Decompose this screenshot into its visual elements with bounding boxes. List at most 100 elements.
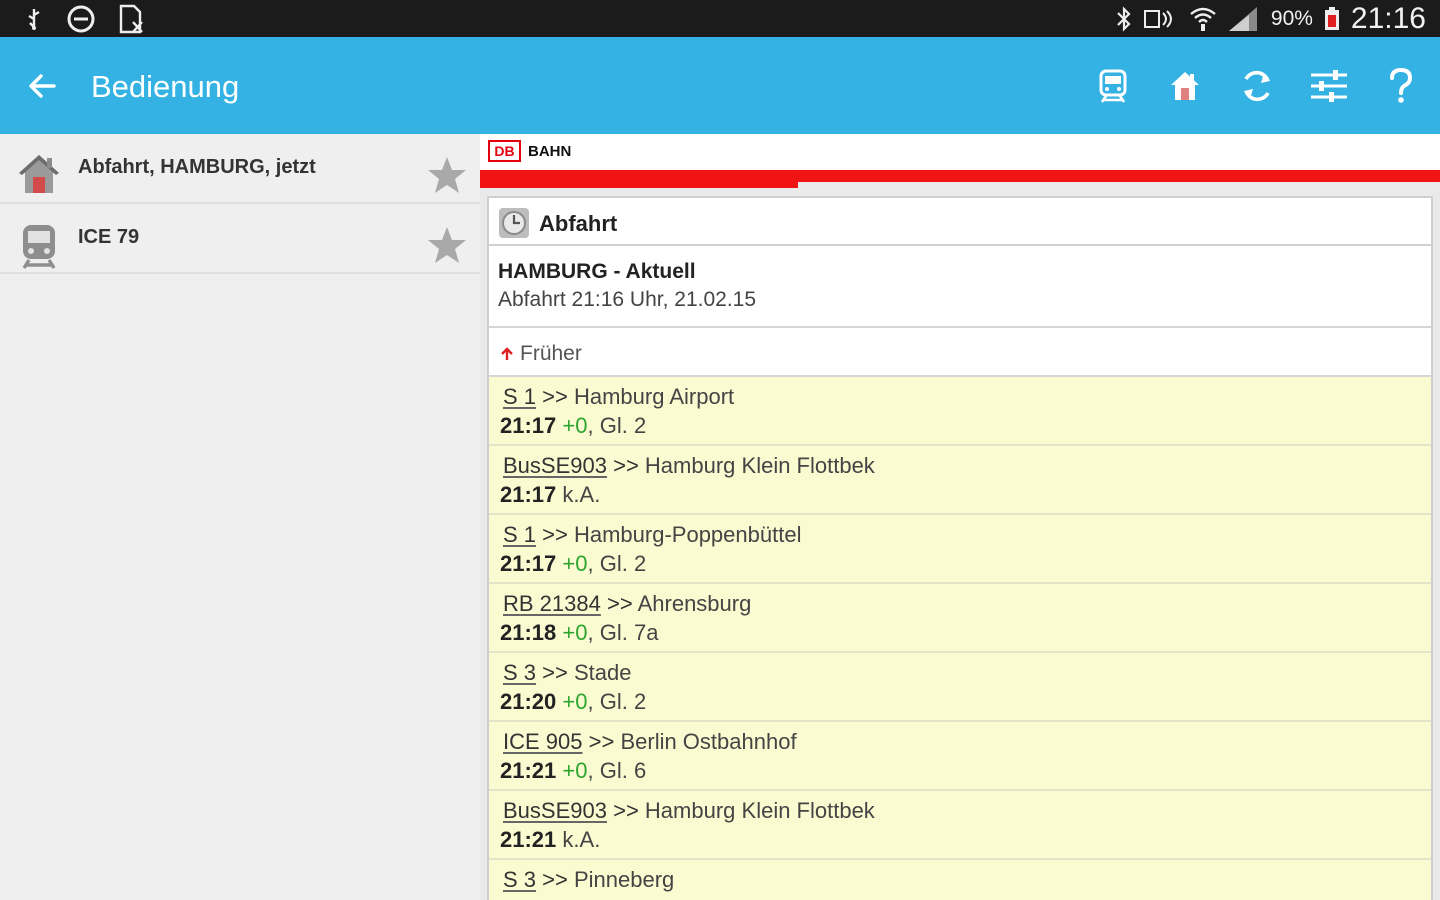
platform: Gl. 6 xyxy=(599,758,647,783)
departure-row[interactable]: S 1 >> Hamburg-Poppenbüttel 21:17 +0, Gl… xyxy=(489,515,1431,584)
direction-separator: >> xyxy=(613,453,639,478)
departure-card: Abfahrt HAMBURG - Aktuell Abfahrt 21:16 … xyxy=(487,196,1433,900)
station-info: HAMBURG - Aktuell Abfahrt 21:16 Uhr, 21.… xyxy=(489,248,1431,328)
destination: Hamburg Klein Flottbek xyxy=(644,453,875,478)
platform: Gl. 2 xyxy=(599,413,647,438)
train-link[interactable]: BusSE903 xyxy=(503,453,607,478)
departure-time: 21:17 xyxy=(500,482,557,507)
departure-line2: 21:17 k.A. xyxy=(500,482,600,508)
train-icon xyxy=(17,222,61,269)
direction-separator: >> xyxy=(588,729,615,754)
favorite-label: Abfahrt, HAMBURG, jetzt xyxy=(78,156,316,178)
destination: Ahrensburg xyxy=(637,591,752,616)
page-title: Bedienung xyxy=(91,69,240,104)
back-button[interactable] xyxy=(26,69,60,103)
direction-separator: >> xyxy=(542,522,568,547)
earlier-label: Früher xyxy=(520,342,582,365)
departure-line1: S 3 >> Pinneberg xyxy=(503,867,674,893)
departure-line1: BusSE903 >> Hamburg Klein Flottbek xyxy=(503,798,875,824)
card-header-label: Abfahrt xyxy=(539,211,618,236)
departure-row[interactable]: RB 21384 >> Ahrensburg 21:18 +0, Gl. 7a xyxy=(489,584,1431,653)
home-button[interactable] xyxy=(1162,61,1208,111)
departure-row[interactable]: ICE 905 >> Berlin Ostbahnhof 21:21 +0, G… xyxy=(489,722,1431,791)
delay: +0 xyxy=(562,689,588,714)
train-link[interactable]: ICE 905 xyxy=(503,729,583,754)
destination: Hamburg Airport xyxy=(573,384,735,409)
bluetooth-icon xyxy=(1115,5,1133,32)
help-button[interactable] xyxy=(1378,61,1424,111)
home-icon xyxy=(17,152,61,196)
departure-line1: S 3 >> Stade xyxy=(503,660,631,686)
platform: Gl. 2 xyxy=(599,689,647,714)
departure-row[interactable]: BusSE903 >> Hamburg Klein Flottbek 21:21… xyxy=(489,791,1431,860)
do-not-disturb-icon xyxy=(66,4,96,34)
refresh-button[interactable] xyxy=(1234,61,1280,111)
star-icon[interactable] xyxy=(426,154,468,196)
home-icon xyxy=(1171,72,1199,100)
destination: Pinneberg xyxy=(573,867,675,892)
db-red-bar-tab xyxy=(480,182,798,188)
usb-icon xyxy=(24,7,44,31)
delay: +0 xyxy=(562,620,588,645)
direction-separator: >> xyxy=(613,798,639,823)
db-red-bar xyxy=(480,170,1440,182)
platform: Gl. 7a xyxy=(599,620,659,645)
station-name: HAMBURG - Aktuell xyxy=(498,260,696,283)
destination: Hamburg Klein Flottbek xyxy=(644,798,875,823)
file-icon xyxy=(118,4,146,34)
train-icon xyxy=(1099,69,1127,103)
status-bar: 90% 21:16 xyxy=(0,0,1440,37)
destination: Hamburg-Poppenbüttel xyxy=(573,522,802,547)
action-bar: Bedienung xyxy=(0,37,1440,134)
departure-time: 21:20 xyxy=(500,689,557,714)
departure-time: 21:17 xyxy=(500,413,557,438)
departure-row[interactable]: S 3 >> Pinneberg xyxy=(489,860,1431,900)
destination: Berlin Ostbahnhof xyxy=(620,729,797,754)
settings-button[interactable] xyxy=(1306,61,1352,111)
delay: +0 xyxy=(562,758,588,783)
status-bar-right: 90% 21:16 xyxy=(1115,0,1426,37)
db-header: DB BAHN xyxy=(480,134,1440,170)
train-link[interactable]: S 1 xyxy=(503,384,536,409)
favorite-item[interactable]: ICE 79 xyxy=(0,204,480,274)
train-link[interactable]: S 1 xyxy=(503,522,536,547)
departure-line2: 21:21 k.A. xyxy=(500,827,600,853)
departure-panel: DB BAHN Abfahrt HAMBURG - Aktuell Abfahr… xyxy=(480,134,1440,900)
train-link[interactable]: BusSE903 xyxy=(503,798,607,823)
nfc-icon xyxy=(1143,8,1179,30)
departure-time: 21:18 xyxy=(500,620,557,645)
departure-row[interactable]: S 1 >> Hamburg Airport 21:17 +0, Gl. 2 xyxy=(489,377,1431,446)
departure-line2: 21:17 +0, Gl. 2 xyxy=(500,551,647,576)
status-clock: 21:16 xyxy=(1350,1,1426,35)
favorite-item[interactable]: Abfahrt, HAMBURG, jetzt xyxy=(0,134,480,204)
departure-line1: BusSE903 >> Hamburg Klein Flottbek xyxy=(503,453,875,479)
battery-icon xyxy=(1323,6,1341,32)
star-icon[interactable] xyxy=(426,224,468,266)
refresh-icon xyxy=(1244,70,1270,102)
departure-line2: 21:17 +0, Gl. 2 xyxy=(500,413,647,438)
departure-line1: ICE 905 >> Berlin Ostbahnhof xyxy=(503,729,797,755)
db-name: BAHN xyxy=(528,143,572,160)
train-link[interactable]: S 3 xyxy=(503,867,536,892)
delay: +0 xyxy=(562,413,588,438)
direction-separator: >> xyxy=(542,660,568,685)
departure-row[interactable]: BusSE903 >> Hamburg Klein Flottbek 21:17… xyxy=(489,446,1431,515)
departure-time: 21:17 xyxy=(500,551,557,576)
arrow-up-icon xyxy=(500,346,514,362)
train-link[interactable]: RB 21384 xyxy=(503,591,601,616)
platform: k.A. xyxy=(562,482,601,507)
departure-list: S 1 >> Hamburg Airport 21:17 +0, Gl. 2 B… xyxy=(489,377,1431,900)
favorites-panel: Abfahrt, HAMBURG, jetzt ICE 79 xyxy=(0,134,480,900)
direction-separator: >> xyxy=(606,591,633,616)
status-bar-left xyxy=(24,4,146,34)
train-button[interactable] xyxy=(1090,61,1136,111)
wifi-icon xyxy=(1189,5,1217,33)
earlier-button[interactable]: Früher xyxy=(489,330,1431,377)
departure-line1: S 1 >> Hamburg Airport xyxy=(503,384,734,410)
direction-separator: >> xyxy=(542,867,568,892)
platform: k.A. xyxy=(562,827,601,852)
train-link[interactable]: S 3 xyxy=(503,660,536,685)
departure-row[interactable]: S 3 >> Stade 21:20 +0, Gl. 2 xyxy=(489,653,1431,722)
platform: Gl. 2 xyxy=(599,551,647,576)
departure-line1: RB 21384 >> Ahrensburg xyxy=(503,591,751,617)
